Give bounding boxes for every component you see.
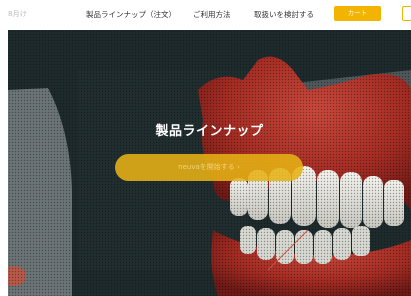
nav-how-to-use[interactable]: ご利用方法 bbox=[193, 9, 231, 21]
hero-section: 製品ラインナップ neuvaを開始する › bbox=[8, 30, 411, 296]
hero-title: 製品ラインナップ bbox=[155, 124, 264, 139]
start-neuva-button[interactable]: neuvaを開始する › bbox=[115, 154, 303, 181]
nav-product-lineup[interactable]: 製品ラインナップ（注文） bbox=[86, 9, 176, 21]
site-header: 8月け 製品ラインナップ（注文） ご利用方法 取扱いを検討する カート bbox=[0, 0, 411, 30]
cart-button[interactable]: カート bbox=[334, 6, 381, 21]
nav-consider-handling[interactable]: 取扱いを検討する bbox=[254, 9, 314, 21]
menu-button[interactable] bbox=[402, 6, 411, 21]
brand-logo[interactable]: 8月け bbox=[8, 9, 27, 19]
